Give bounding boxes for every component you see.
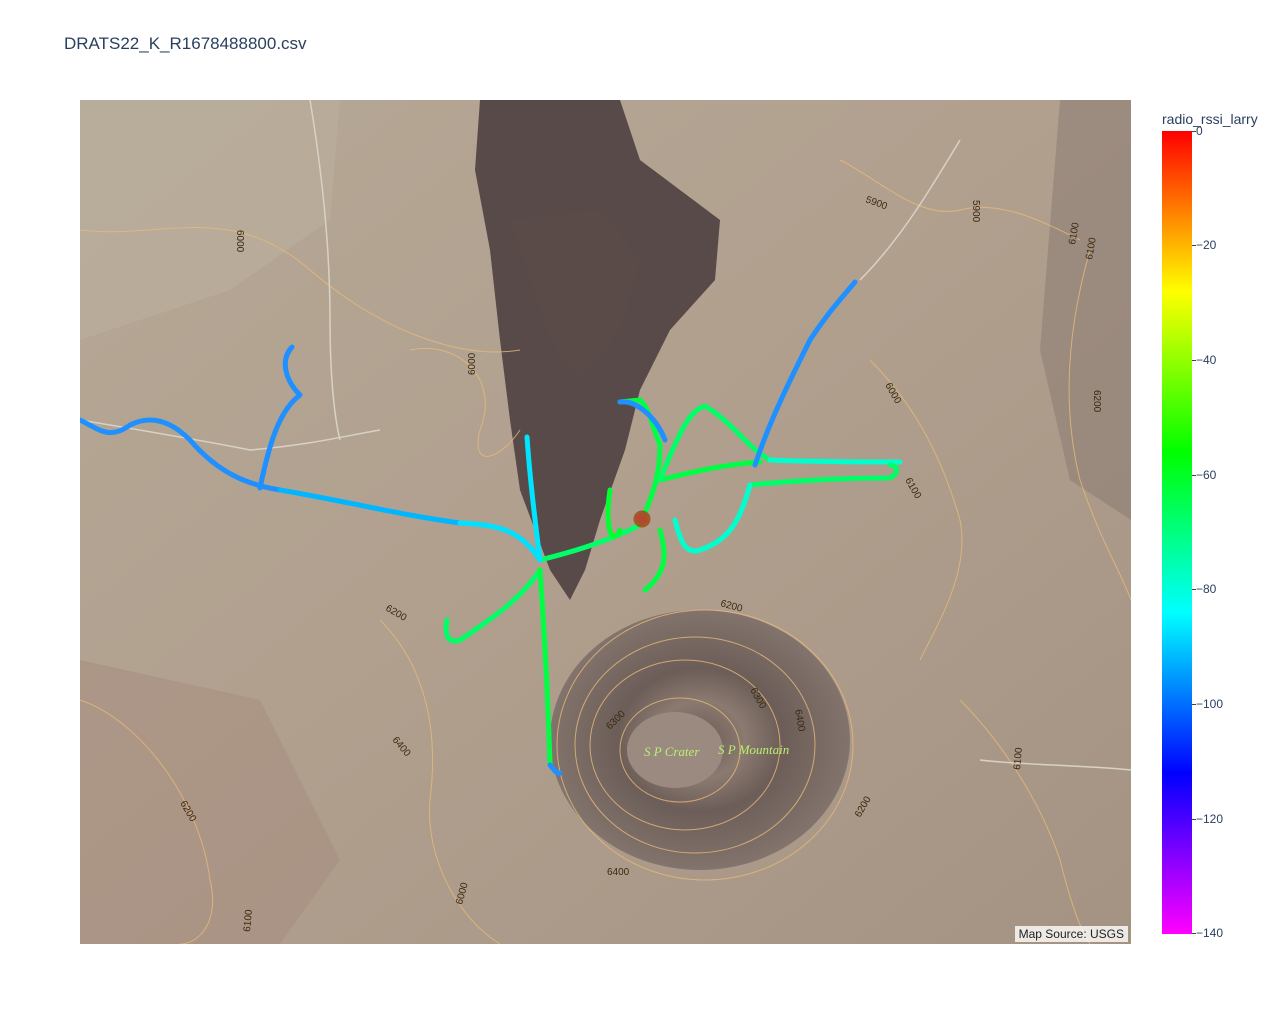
map-attribution: Map Source: USGS — [1014, 926, 1128, 942]
contour-label: 6100 — [242, 909, 255, 933]
colorbar — [1162, 131, 1192, 934]
colorbar-tick: −100 — [1192, 697, 1232, 711]
contour-label: 6000 — [467, 352, 478, 375]
map-view[interactable]: 5900 5900 6000 6000 6000 6100 6100 6200 … — [80, 100, 1131, 944]
colorbar-tick: −60 — [1192, 468, 1232, 482]
contour-label: 5900 — [970, 200, 981, 223]
mountain-label: S P Mountain — [718, 742, 789, 757]
contour-label: 6400 — [607, 867, 630, 878]
colorbar-tick: 0 — [1192, 124, 1232, 138]
position-marker[interactable] — [633, 510, 651, 528]
colorbar-tick: −40 — [1192, 353, 1232, 367]
contour-label: 6000 — [234, 230, 245, 253]
map-canvas[interactable]: 5900 5900 6000 6000 6000 6100 6100 6200 … — [80, 100, 1131, 944]
colorbar-tick: −80 — [1192, 582, 1232, 596]
colorbar-tick: −120 — [1192, 812, 1232, 826]
contour-label: 6100 — [1012, 747, 1025, 771]
plot-title: DRATS22_K_R1678488800.csv — [64, 34, 307, 53]
contour-label: 6200 — [1091, 390, 1102, 413]
crater-label: S P Crater — [644, 744, 700, 759]
colorbar-tick: −140 — [1192, 926, 1232, 940]
plot-page: DRATS22_K_R1678488800.csv 5900 5900 6000… — [0, 0, 1280, 1024]
colorbar-tick: −20 — [1192, 238, 1232, 252]
